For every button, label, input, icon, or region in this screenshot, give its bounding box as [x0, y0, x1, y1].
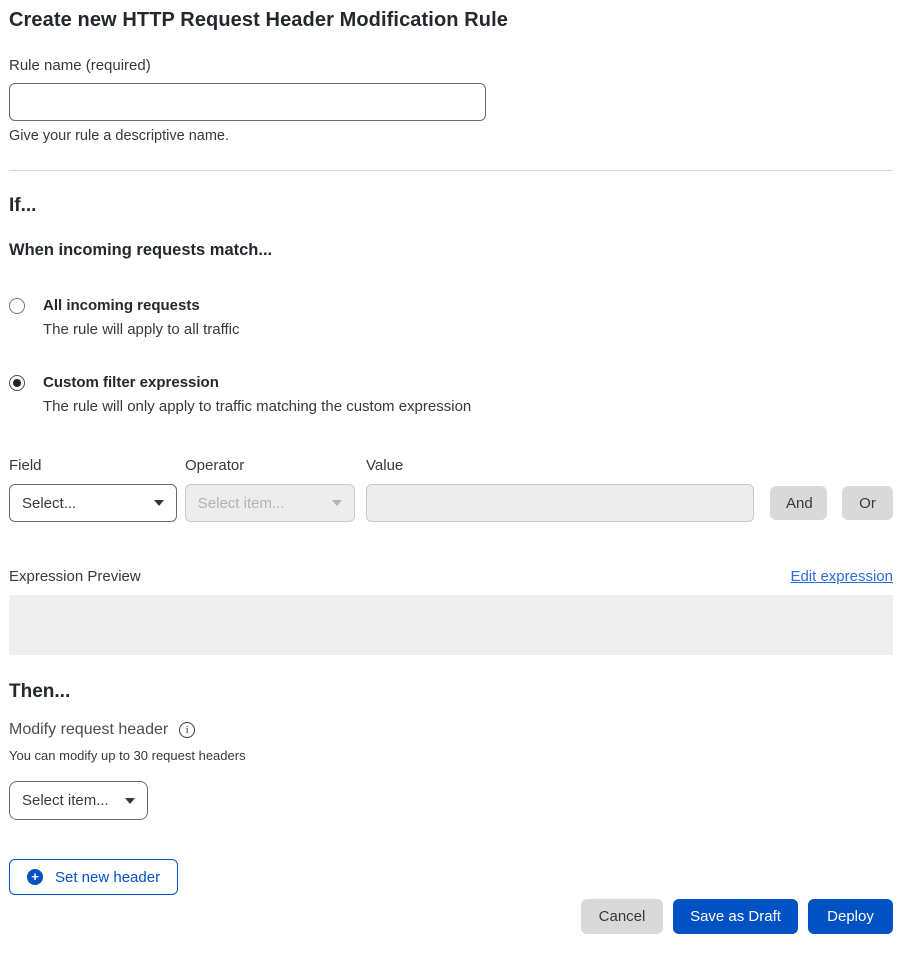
modify-header-helper: You can modify up to 30 request headers	[9, 748, 893, 763]
cancel-button[interactable]: Cancel	[581, 899, 663, 934]
option-description: The rule will apply to all traffic	[43, 321, 239, 338]
expression-preview-header: Expression Preview Edit expression	[9, 568, 893, 585]
option-all-incoming-requests[interactable]: All incoming requests The rule will appl…	[9, 297, 893, 338]
create-rule-form: Create new HTTP Request Header Modificat…	[0, 8, 899, 934]
field-select[interactable]: Select...	[9, 484, 177, 522]
rule-name-helper: Give your rule a descriptive name.	[9, 128, 893, 144]
rule-name-label: Rule name (required)	[9, 58, 893, 74]
edit-expression-link[interactable]: Edit expression	[790, 568, 893, 585]
expression-builder-labels: Field Operator Value	[9, 458, 893, 474]
match-subheading: When incoming requests match...	[9, 241, 893, 260]
value-input[interactable]	[366, 484, 754, 522]
option-label: Custom filter expression	[43, 374, 471, 391]
section-divider	[9, 170, 893, 171]
header-item-select[interactable]: Select item...	[9, 781, 148, 820]
page-title: Create new HTTP Request Header Modificat…	[9, 8, 893, 32]
plus-circle-icon: +	[27, 869, 43, 885]
field-label: Field	[9, 458, 185, 474]
modify-header-row: Modify request header i	[9, 721, 893, 739]
deploy-button[interactable]: Deploy	[808, 899, 893, 934]
if-heading: If...	[9, 195, 893, 217]
value-label: Value	[366, 458, 893, 474]
header-item-select-value: Select item...	[22, 792, 109, 809]
chevron-down-icon	[125, 798, 135, 804]
chevron-down-icon	[332, 500, 342, 506]
expression-preview-box	[9, 595, 893, 655]
radio-unselected-icon[interactable]	[9, 298, 25, 314]
set-new-header-button[interactable]: + Set new header	[9, 859, 178, 895]
expression-builder-row: Select... Select item... And Or	[9, 484, 893, 522]
field-select-value: Select...	[22, 495, 76, 512]
option-texts: Custom filter expression The rule will o…	[43, 374, 471, 415]
form-footer: Cancel Save as Draft Deploy	[9, 899, 893, 934]
and-button[interactable]: And	[770, 486, 827, 520]
option-custom-filter-expression[interactable]: Custom filter expression The rule will o…	[9, 374, 893, 415]
operator-label: Operator	[185, 458, 366, 474]
radio-selected-icon[interactable]	[9, 375, 25, 391]
set-new-header-label: Set new header	[55, 869, 160, 886]
option-description: The rule will only apply to traffic matc…	[43, 398, 471, 415]
chevron-down-icon	[154, 500, 164, 506]
operator-select[interactable]: Select item...	[185, 484, 355, 522]
modify-request-header-label: Modify request header	[9, 721, 168, 739]
or-button[interactable]: Or	[842, 486, 893, 520]
option-texts: All incoming requests The rule will appl…	[43, 297, 239, 338]
expression-preview-label: Expression Preview	[9, 569, 141, 585]
operator-select-placeholder: Select item...	[198, 495, 285, 512]
save-as-draft-button[interactable]: Save as Draft	[673, 899, 798, 934]
rule-name-input[interactable]	[9, 83, 486, 121]
info-icon[interactable]: i	[179, 722, 195, 738]
option-label: All incoming requests	[43, 297, 239, 314]
then-heading: Then...	[9, 681, 893, 703]
